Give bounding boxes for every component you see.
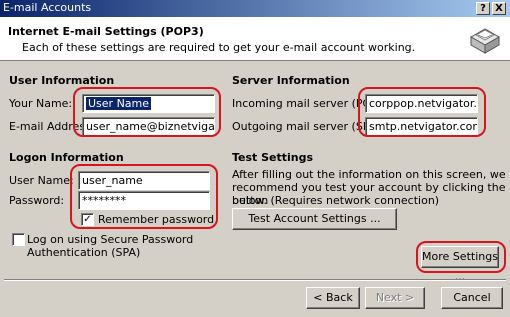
incoming-server-field[interactable]: corppop.netvigator.com [365, 94, 478, 113]
back-button[interactable]: < Back [306, 287, 360, 309]
user-name-label: User Name: [9, 174, 74, 187]
spa-label-line2: Authentication (SPA) [27, 246, 141, 259]
logon-info-heading: Logon Information [9, 151, 124, 164]
your-name-value: User Name [86, 97, 152, 110]
password-field[interactable]: ******** [78, 191, 210, 210]
footer-divider [4, 279, 506, 281]
email-address-field[interactable]: user_name@biznetvigator.com [82, 117, 215, 136]
next-button[interactable]: Next > [365, 287, 425, 309]
window-title: E-mail Accounts [3, 1, 92, 14]
email-accounts-icon [469, 28, 501, 54]
more-settings-button[interactable]: More Settings ... [421, 246, 499, 283]
server-info-heading: Server Information [232, 74, 350, 87]
test-account-settings-button[interactable]: Test Account Settings ... [232, 208, 397, 230]
spa-label-line1: Log on using Secure Password [27, 233, 194, 246]
header-banner: Internet E-mail Settings (POP3) Each of … [0, 17, 510, 61]
your-name-label: Your Name: [9, 97, 73, 110]
user-info-heading: User Information [9, 74, 115, 87]
your-name-field[interactable]: User Name [82, 94, 215, 113]
user-name-field[interactable]: user_name [78, 171, 210, 190]
cancel-button[interactable]: Cancel [441, 287, 503, 309]
outgoing-server-field[interactable]: smtp.netvigator.com [365, 117, 478, 136]
test-settings-heading: Test Settings [232, 151, 314, 164]
test-description-line1: After filling out the information on thi… [232, 168, 506, 181]
password-label: Password: [9, 194, 65, 207]
remember-password-label: Remember password [98, 213, 215, 226]
spa-checkbox[interactable] [12, 233, 25, 246]
test-description-line3: below. (Requires network connection) [232, 194, 440, 207]
page-title: Internet E-mail Settings (POP3) [8, 25, 204, 38]
page-subtitle: Each of these settings are required to g… [22, 41, 416, 54]
remember-password-checkbox[interactable]: ✓ [81, 213, 94, 226]
title-bar: E-mail Accounts ? X [0, 0, 510, 17]
close-button[interactable]: X [492, 2, 506, 15]
help-button[interactable]: ? [476, 2, 490, 15]
